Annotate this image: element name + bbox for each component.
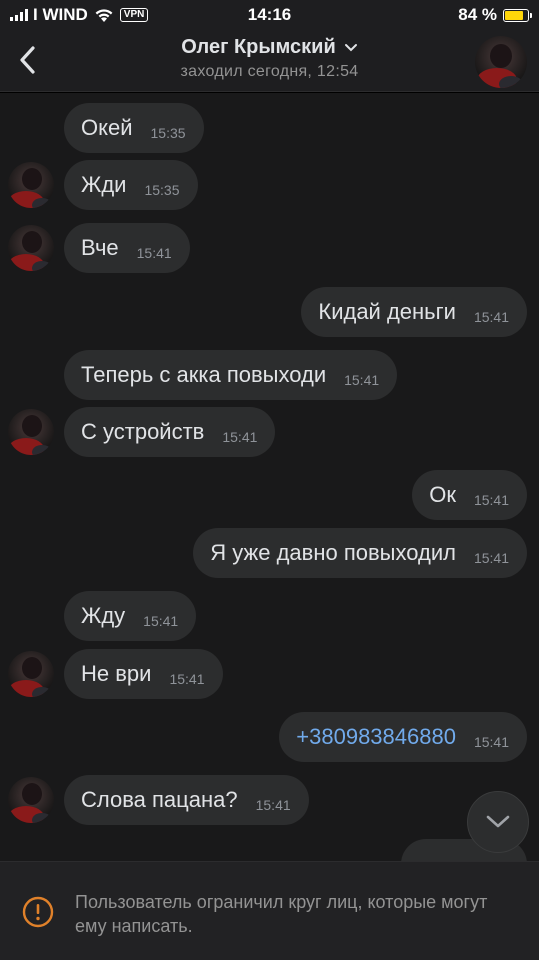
- message-time: 15:41: [473, 309, 509, 325]
- phone-link[interactable]: +380983846880: [296, 724, 456, 750]
- message-time: 15:35: [144, 182, 180, 198]
- incoming-message[interactable]: Теперь с акка повыходи 15:41: [64, 350, 398, 400]
- message-time: 15:41: [473, 550, 509, 566]
- message-time: 15:41: [255, 797, 291, 813]
- incoming-message[interactable]: С устройств 15:41: [64, 407, 276, 457]
- incoming-message[interactable]: Слова пацана? 15:41: [64, 775, 309, 825]
- sender-avatar[interactable]: [8, 409, 54, 455]
- message-text: Не ври: [81, 661, 152, 686]
- message-time: 15:41: [143, 613, 179, 629]
- message-text: Ок: [429, 482, 456, 507]
- warning-icon: [22, 896, 54, 928]
- message-text: С устройств: [81, 419, 205, 444]
- battery-percent: 84 %: [458, 5, 497, 24]
- sender-avatar[interactable]: [8, 162, 54, 208]
- contact-name-row[interactable]: Олег Крымский: [181, 36, 358, 59]
- outgoing-message[interactable]: Я уже давно повыходил 15:41: [193, 528, 527, 578]
- incoming-message[interactable]: Жду 15:41: [64, 591, 197, 641]
- sender-avatar[interactable]: [8, 651, 54, 697]
- incoming-message[interactable]: Не ври 15:41: [64, 649, 223, 699]
- message-list[interactable]: Окей 15:35 Жди 15:35 Вче 15:41 Кидай деньги 15:…: [0, 93, 539, 861]
- write-restriction-notice: Пользователь ограничил круг лиц, которые…: [0, 861, 539, 960]
- scroll-down-button[interactable]: [467, 791, 529, 853]
- outgoing-message[interactable]: Кидай деньги 15:41: [301, 287, 527, 337]
- outgoing-message[interactable]: +380983846880 15:41: [279, 712, 527, 762]
- contact-name: Олег Крымский: [181, 36, 336, 58]
- contact-avatar[interactable]: [475, 36, 527, 88]
- message-text: Вче: [81, 235, 119, 260]
- message-time: 15:41: [473, 492, 509, 508]
- status-bar: I WIND VPN 14:16 84 %: [0, 0, 539, 30]
- message-text: Жди: [81, 172, 127, 197]
- sender-avatar[interactable]: [8, 225, 54, 271]
- chevron-down-icon: [344, 43, 357, 51]
- message-text: Я уже давно повыходил: [210, 540, 456, 565]
- incoming-message[interactable]: Вче 15:41: [64, 223, 190, 273]
- battery-group: 84 %: [458, 5, 532, 25]
- incoming-message[interactable]: Окей 15:35: [64, 103, 204, 153]
- message-time: 15:41: [344, 372, 380, 388]
- message-time: 15:41: [136, 245, 172, 261]
- notice-text: Пользователь ограничил круг лиц, которые…: [75, 892, 488, 936]
- message-text: Теперь с акка повыходи: [81, 362, 327, 387]
- incoming-message[interactable]: Жди 15:35: [64, 160, 198, 210]
- message-text: Кидай деньги: [318, 299, 456, 324]
- chevron-down-icon: [486, 815, 510, 828]
- message-time: 15:41: [222, 429, 258, 445]
- chat-header: Олег Крымский заходил сегодня, 12:54: [0, 30, 539, 92]
- battery-icon: [503, 8, 532, 22]
- last-seen: заходил сегодня, 12:54: [180, 63, 359, 80]
- message-time: 15:41: [169, 671, 205, 687]
- outgoing-message[interactable]: Ок 15:41: [412, 470, 527, 520]
- message-time: 15:35: [150, 125, 186, 141]
- message-text: Слова пацана?: [81, 787, 238, 812]
- message-time: 15:41: [473, 734, 509, 750]
- message-text: Окей: [81, 115, 133, 140]
- message-text: Жду: [81, 603, 126, 628]
- sender-avatar[interactable]: [8, 777, 54, 823]
- chat-title-block[interactable]: Олег Крымский заходил сегодня, 12:54: [0, 36, 539, 81]
